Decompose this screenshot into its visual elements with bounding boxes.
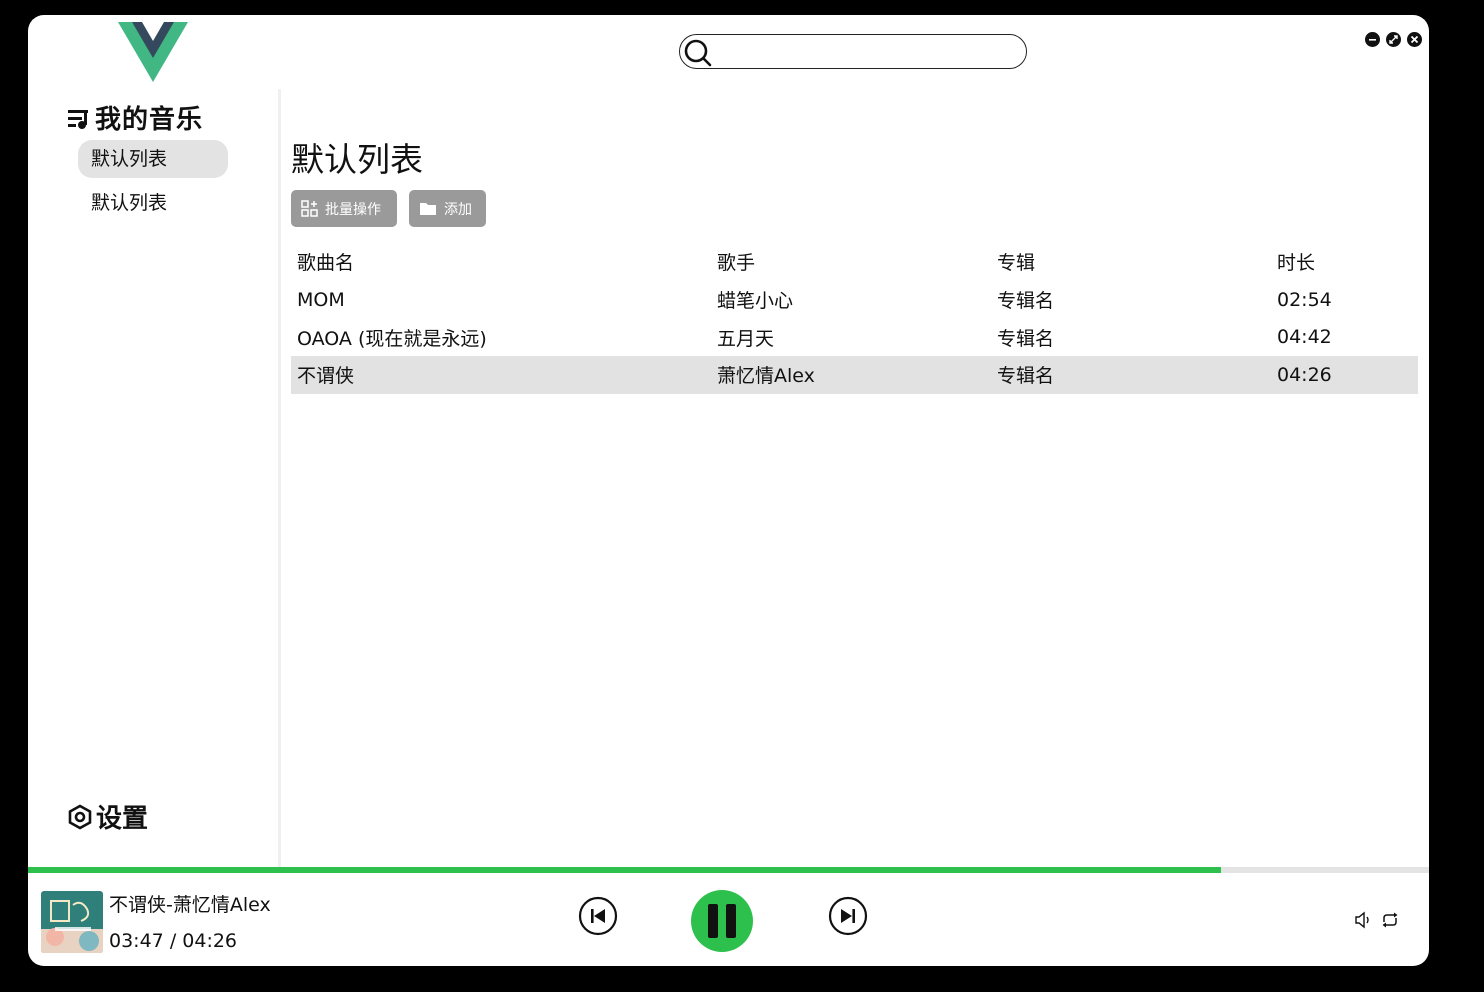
song-name: 不谓侠 xyxy=(291,356,711,394)
artist-name: 萧忆情Alex xyxy=(711,356,991,394)
close-icon[interactable] xyxy=(1407,32,1422,47)
sidebar-item-label: 默认列表 xyxy=(91,148,168,170)
window-controls xyxy=(1365,32,1422,47)
playback-time: 03:47 / 04:26 xyxy=(109,930,237,952)
album-cover[interactable] xyxy=(41,891,103,953)
grid-plus-icon xyxy=(301,200,318,217)
search-icon[interactable] xyxy=(683,38,713,68)
loop-icon[interactable] xyxy=(1380,911,1400,929)
table-row[interactable]: OAOA (现在就是永远) 五月天 专辑名 04:42 xyxy=(291,319,1418,357)
volume-icon[interactable] xyxy=(1354,911,1374,929)
total-time: 04:26 xyxy=(182,930,238,952)
time-separator: / xyxy=(169,930,177,952)
search-input[interactable] xyxy=(716,39,1020,65)
song-table: 歌曲名 歌手 专辑 时长 MOM 蜡笔小心 专辑名 02:54 OAOA (现在… xyxy=(291,241,1418,394)
album-name: 专辑名 xyxy=(997,327,1055,350)
playlist-music-icon xyxy=(68,109,88,129)
sidebar: 我的音乐 默认列表 默认列表 设置 xyxy=(28,89,281,867)
artist-name: 五月天 xyxy=(717,327,775,350)
song-name: OAOA (现在就是永远) xyxy=(297,327,487,350)
table-header-row: 歌曲名 歌手 专辑 时长 xyxy=(291,241,1418,281)
sidebar-item-default-list-2[interactable]: 默认列表 xyxy=(78,184,228,222)
now-playing-title: 不谓侠-萧忆情Alex xyxy=(109,894,271,916)
playback-progress-fill xyxy=(28,867,1221,873)
previous-track-icon[interactable] xyxy=(578,896,618,936)
table-row-playing[interactable]: 不谓侠 萧忆情Alex 专辑名 04:26 xyxy=(291,356,1418,394)
playback-progress-bar[interactable] xyxy=(28,867,1429,873)
current-time: 03:47 xyxy=(109,930,164,952)
next-track-icon[interactable] xyxy=(828,896,868,936)
column-header-duration[interactable]: 时长 xyxy=(1271,241,1418,281)
sidebar-item-label: 默认列表 xyxy=(91,192,168,214)
vue-logo-icon xyxy=(118,22,188,82)
sidebar-item-default-list[interactable]: 默认列表 xyxy=(78,140,228,178)
add-label: 添加 xyxy=(444,201,472,218)
page-title: 默认列表 xyxy=(291,140,423,179)
batch-operation-label: 批量操作 xyxy=(325,201,381,218)
artist-name: 蜡笔小心 xyxy=(717,290,794,313)
my-music-heading: 我的音乐 xyxy=(67,99,203,136)
main-content: 默认列表 批量操作 添加 歌曲名 歌手 专辑 时长 MOM 蜡笔小心 专辑名 0… xyxy=(290,89,1418,867)
table-row[interactable]: MOM 蜡笔小心 专辑名 02:54 xyxy=(291,281,1418,319)
song-name: MOM xyxy=(297,288,345,311)
column-header-album[interactable]: 专辑 xyxy=(991,241,1271,281)
duration: 02:54 xyxy=(1277,288,1332,311)
pause-button[interactable] xyxy=(690,889,754,953)
album-name: 专辑名 xyxy=(997,290,1055,313)
my-music-label: 我的音乐 xyxy=(95,105,204,135)
column-header-artist[interactable]: 歌手 xyxy=(711,241,991,281)
folder-icon xyxy=(420,203,436,215)
duration: 04:42 xyxy=(1277,326,1332,349)
column-header-song[interactable]: 歌曲名 xyxy=(291,241,711,281)
album-name: 专辑名 xyxy=(991,356,1271,394)
settings-button[interactable]: 设置 xyxy=(67,798,148,835)
search-box[interactable] xyxy=(679,34,1027,69)
duration: 04:26 xyxy=(1271,356,1418,394)
maximize-icon[interactable] xyxy=(1386,32,1401,47)
gear-icon xyxy=(68,804,92,829)
add-button[interactable]: 添加 xyxy=(409,190,486,227)
settings-label: 设置 xyxy=(96,804,149,834)
app-window: 我的音乐 默认列表 默认列表 设置 默认列表 批量操作 添加 歌曲名 歌手 专辑… xyxy=(28,15,1429,966)
minimize-icon[interactable] xyxy=(1365,32,1380,47)
batch-operation-button[interactable]: 批量操作 xyxy=(291,190,397,227)
